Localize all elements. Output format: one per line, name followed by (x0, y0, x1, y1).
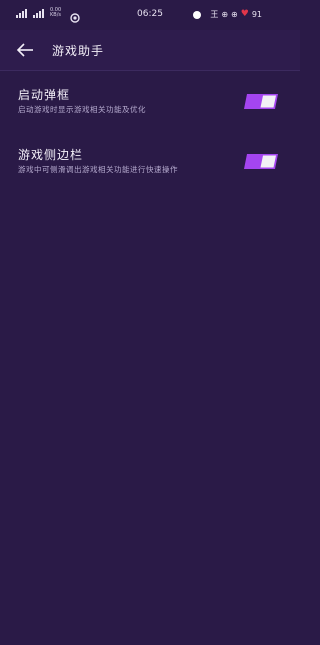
network-speed-unit: KB/s (50, 12, 61, 18)
page-title: 游戏助手 (52, 44, 105, 58)
setting-startup-popup: 启动弹框 启动游戏时显示游戏相关功能及优化 (0, 86, 300, 136)
app-notification-icon (70, 8, 80, 23)
setting-title: 启动弹框 (18, 88, 71, 102)
network-speed: 0.00 KB/s (50, 8, 64, 18)
signal-strength-icon (16, 8, 27, 18)
setting-description: 启动游戏时显示游戏相关功能及优化 (18, 105, 146, 114)
battery-level: 91 (251, 10, 262, 19)
status-extra-glyph-2: ⊕ (231, 10, 238, 19)
back-arrow-icon[interactable] (16, 42, 34, 58)
startup-popup-toggle[interactable] (244, 94, 278, 109)
status-bar: 0.00 KB/s 06:25 王 ⊕ ⊕ ♥ 91 (0, 0, 300, 30)
status-time: 06:25 (137, 9, 163, 19)
status-bar-left: 0.00 KB/s (16, 8, 80, 23)
app-header: 游戏助手 (0, 30, 300, 71)
notification-dot-icon (193, 10, 202, 19)
setting-description: 游戏中可侧滑调出游戏相关功能进行快速操作 (18, 165, 178, 174)
status-extra-glyph: ⊕ (221, 10, 229, 19)
heart-icon: ♥ (240, 9, 249, 19)
setting-title: 游戏侧边栏 (18, 148, 84, 162)
settings-list: 启动弹框 启动游戏时显示游戏相关功能及优化 游戏侧边栏 游戏中可侧滑调出游戏相关… (0, 86, 300, 206)
status-extra-text: 王 (210, 10, 219, 19)
signal-strength-icon-2 (33, 8, 44, 18)
game-sidebar-toggle[interactable] (244, 154, 278, 169)
setting-game-sidebar: 游戏侧边栏 游戏中可侧滑调出游戏相关功能进行快速操作 (0, 146, 300, 196)
status-bar-right: 王 ⊕ ⊕ ♥ 91 (193, 9, 262, 20)
